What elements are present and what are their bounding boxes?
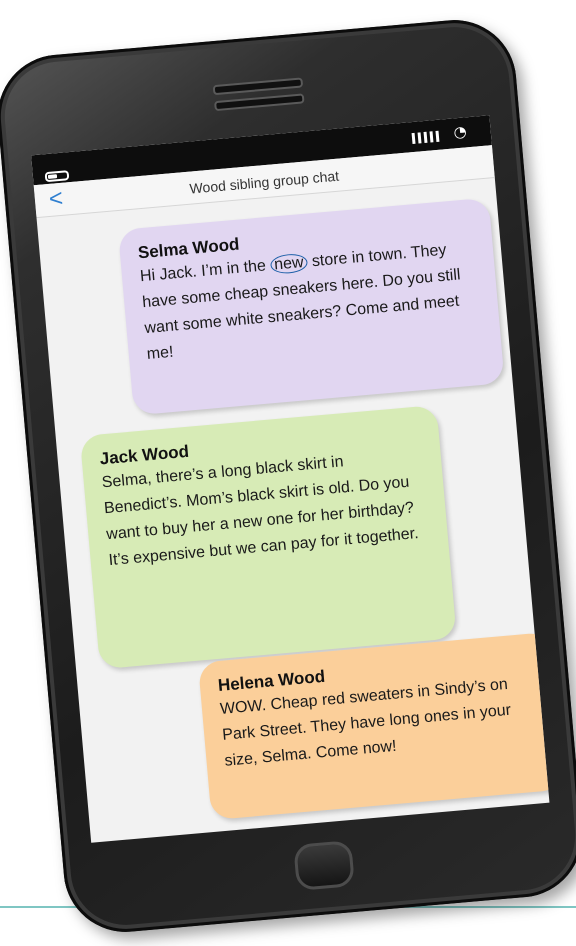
message-bubble-helena: Helena Wood WOW. Cheap red sweaters in S…	[197, 631, 550, 821]
phone-screen: ◔ < Wood sibling group chat Selma Wood H…	[31, 115, 550, 843]
signal-bars-icon	[411, 130, 440, 145]
message-bubble-jack: Jack Wood Selma, there’s a long black sk…	[79, 404, 457, 670]
battery-icon	[44, 170, 70, 183]
home-button[interactable]	[293, 840, 355, 891]
wifi-icon: ◔	[452, 122, 468, 142]
circled-word: new	[269, 252, 309, 275]
phone-device: ◔ < Wood sibling group chat Selma Wood H…	[0, 15, 576, 937]
message-bubble-selma: Selma Wood Hi Jack. I’m in the new store…	[117, 197, 505, 416]
